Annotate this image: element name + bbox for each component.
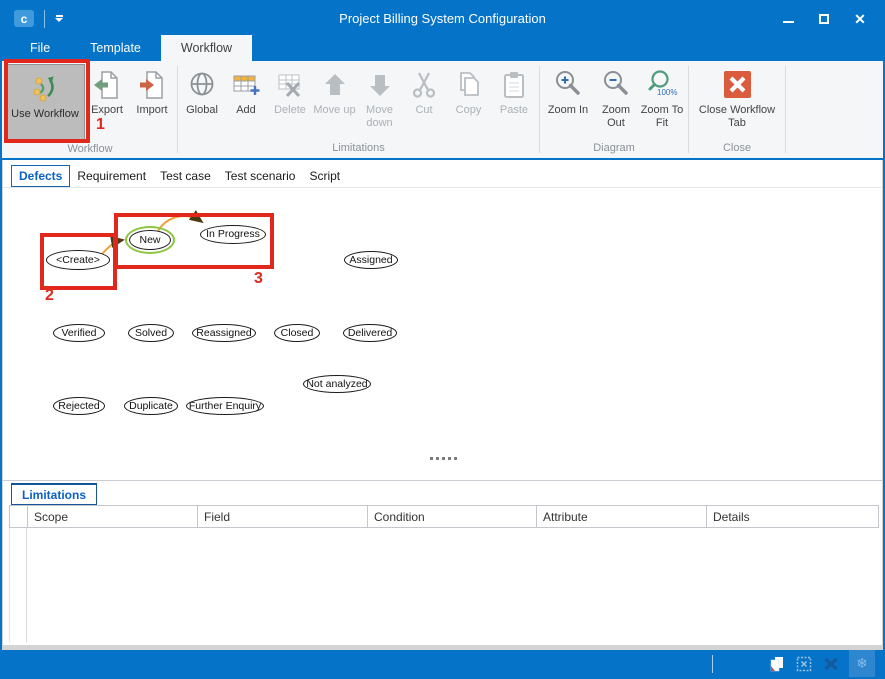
export-button[interactable]: Export bbox=[85, 64, 129, 119]
zoom-to-fit-button[interactable]: 100% Zoom To Fit bbox=[638, 64, 686, 132]
delete-button[interactable]: Delete bbox=[268, 64, 312, 119]
close-button[interactable]: ✕ bbox=[853, 12, 867, 26]
limitations-table-body[interactable] bbox=[9, 528, 879, 642]
svg-text:100%: 100% bbox=[657, 88, 677, 97]
workflow-node[interactable]: Duplicate bbox=[124, 397, 178, 415]
arrow-up-icon bbox=[318, 66, 352, 103]
close-x-icon bbox=[720, 66, 754, 103]
ribbon-tab-row: File Template Workflow bbox=[2, 35, 883, 61]
tab-script[interactable]: Script bbox=[302, 166, 347, 186]
ribbon-group-close: Close Workflow Tab Close bbox=[691, 61, 783, 158]
import-icon bbox=[135, 66, 169, 103]
delete-table-icon bbox=[273, 66, 307, 103]
use-workflow-button[interactable]: Use Workflow bbox=[5, 64, 85, 143]
copy-button[interactable]: Copy bbox=[446, 64, 491, 119]
column-header-condition[interactable]: Condition bbox=[368, 506, 537, 527]
zoom-in-button[interactable]: Zoom In bbox=[542, 64, 594, 119]
status-bar: ❄ bbox=[2, 650, 883, 677]
grid-status-icon[interactable] bbox=[795, 655, 813, 673]
group-label-workflow: Workflow bbox=[5, 143, 175, 159]
workflow-canvas[interactable]: <Create> New In Progress Assigned Verified So… bbox=[3, 188, 882, 480]
scissors-icon bbox=[407, 66, 441, 103]
workflow-node[interactable]: Not analyzed bbox=[303, 375, 371, 393]
diagram-ellipsis-handle bbox=[430, 457, 457, 460]
workflow-node[interactable]: Closed bbox=[274, 324, 320, 342]
limitations-table: Scope Field Condition Attribute Details bbox=[9, 505, 879, 642]
add-table-icon bbox=[229, 66, 263, 103]
workflow-node[interactable]: Solved bbox=[128, 324, 174, 342]
ribbon-separator bbox=[177, 66, 178, 153]
ribbon-group-workflow: Use Workflow Export bbox=[5, 61, 175, 158]
column-header-rowselector[interactable] bbox=[10, 506, 28, 527]
quick-access-chevron-icon[interactable] bbox=[55, 15, 63, 22]
pages-status-icon[interactable] bbox=[768, 655, 786, 673]
workflow-node[interactable]: Further Enquiry bbox=[186, 397, 264, 415]
column-header-attribute[interactable]: Attribute bbox=[537, 506, 707, 527]
ribbon-separator bbox=[785, 66, 786, 153]
zoom-in-icon bbox=[551, 66, 585, 103]
zoom-out-button[interactable]: Zoom Out bbox=[594, 64, 638, 132]
use-workflow-icon bbox=[28, 70, 62, 107]
zoom-out-icon bbox=[599, 66, 633, 103]
group-label-diagram: Diagram bbox=[542, 142, 686, 158]
cut-button[interactable]: Cut bbox=[402, 64, 446, 119]
group-label-close: Close bbox=[691, 142, 783, 158]
document-tab-strip: Defects Requirement Test case Test scena… bbox=[3, 160, 882, 188]
group-label-limitations: Limitations bbox=[180, 142, 537, 158]
tab-defects[interactable]: Defects bbox=[11, 165, 70, 187]
move-up-button[interactable]: Move up bbox=[312, 64, 357, 119]
tab-workflow[interactable]: Workflow bbox=[161, 35, 252, 61]
column-header-scope[interactable]: Scope bbox=[28, 506, 198, 527]
workflow-node[interactable]: Reassigned bbox=[192, 324, 256, 342]
move-down-button[interactable]: Move down bbox=[357, 64, 402, 132]
quick-access-separator bbox=[44, 10, 45, 28]
tab-test-case[interactable]: Test case bbox=[153, 166, 218, 186]
content-area: Defects Requirement Test case Test scena… bbox=[2, 160, 883, 645]
workflow-node[interactable]: Assigned bbox=[344, 251, 398, 269]
workflow-node[interactable]: Rejected bbox=[53, 397, 105, 415]
import-button[interactable]: Import bbox=[129, 64, 175, 119]
ribbon-group-limitations: Global Add bbox=[180, 61, 537, 158]
column-header-details[interactable]: Details bbox=[707, 506, 878, 527]
maximize-button[interactable] bbox=[817, 12, 831, 26]
export-icon bbox=[90, 66, 124, 103]
global-button[interactable]: Global bbox=[180, 64, 224, 119]
tab-template[interactable]: Template bbox=[70, 35, 161, 61]
tab-requirement[interactable]: Requirement bbox=[70, 166, 153, 186]
workflow-node[interactable]: <Create> bbox=[46, 250, 110, 270]
ribbon-group-diagram: Zoom In Zoom Out bbox=[542, 61, 686, 158]
workflow-node[interactable]: In Progress bbox=[200, 225, 266, 244]
copy-pages-icon bbox=[452, 66, 486, 103]
snowflake-status-icon[interactable]: ❄ bbox=[849, 650, 875, 677]
app-icon[interactable]: c bbox=[14, 10, 34, 27]
tab-file[interactable]: File bbox=[10, 35, 70, 61]
limitations-panel: Limitations Scope Field Condition Attrib… bbox=[3, 480, 882, 645]
workflow-node[interactable]: Verified bbox=[53, 324, 105, 342]
close-workflow-tab-button[interactable]: Close Workflow Tab bbox=[691, 64, 783, 132]
mail-status-icon[interactable] bbox=[822, 655, 840, 673]
limitations-table-header: Scope Field Condition Attribute Details bbox=[9, 505, 879, 528]
ribbon: Use Workflow Export bbox=[2, 61, 883, 160]
app-window: Project Billing System Configuration c ✕… bbox=[0, 0, 885, 679]
column-header-field[interactable]: Field bbox=[198, 506, 368, 527]
status-separator bbox=[712, 655, 713, 673]
clipboard-icon bbox=[497, 66, 531, 103]
ribbon-separator bbox=[539, 66, 540, 153]
ribbon-separator bbox=[688, 66, 689, 153]
workflow-node[interactable]: Delivered bbox=[343, 324, 397, 342]
minimize-button[interactable] bbox=[781, 12, 795, 26]
tab-test-scenario[interactable]: Test scenario bbox=[218, 166, 303, 186]
row-header-column bbox=[9, 528, 27, 642]
add-button[interactable]: Add bbox=[224, 64, 268, 119]
zoom-to-fit-icon: 100% bbox=[645, 66, 679, 103]
tab-limitations[interactable]: Limitations bbox=[11, 483, 97, 505]
workflow-node[interactable]: New bbox=[129, 230, 171, 250]
title-bar: Project Billing System Configuration c ✕ bbox=[2, 2, 883, 35]
paste-button[interactable]: Paste bbox=[491, 64, 537, 119]
window-title: Project Billing System Configuration bbox=[2, 11, 883, 26]
arrow-down-icon bbox=[363, 66, 397, 103]
globe-icon bbox=[185, 66, 219, 103]
